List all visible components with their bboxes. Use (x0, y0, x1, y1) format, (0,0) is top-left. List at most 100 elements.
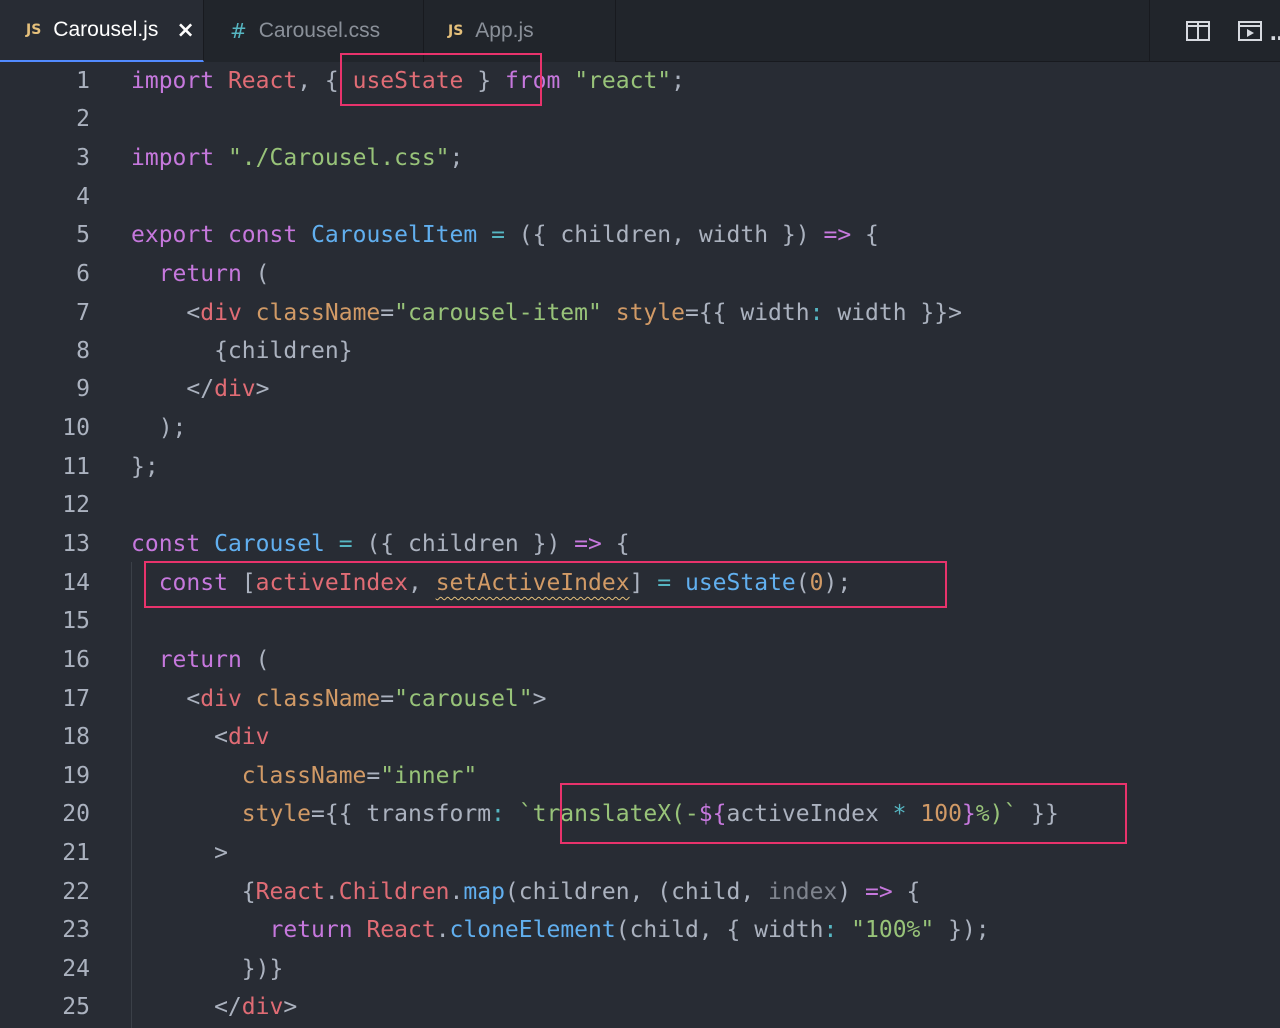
code-token: className (255, 686, 381, 712)
code-token: Children (338, 879, 450, 905)
code-token: </ (131, 376, 215, 402)
code-token: => (823, 222, 852, 248)
line-number: 10 (62, 415, 90, 441)
code-token: div (200, 300, 242, 326)
close-icon[interactable]: × (176, 18, 194, 43)
code-line: 17 <div className="carousel"> (0, 680, 1280, 718)
line-number: 19 (62, 763, 90, 789)
javascript-file-icon: JS (26, 22, 42, 38)
code-token: (children, (child, (504, 879, 769, 905)
code-token: className (255, 300, 381, 326)
tab-app-js[interactable]: JS App.js (424, 0, 616, 62)
code-line: 3 import "./Carousel.css"; (0, 139, 1280, 177)
code-line: 4 (0, 178, 1280, 216)
code-token: React (255, 879, 325, 905)
code-token: 0 (809, 570, 824, 596)
code-token: }) (768, 222, 824, 248)
editor-actions: ⋯ (1149, 0, 1280, 62)
code-token: "carousel-item" (394, 300, 602, 326)
code-token: . (324, 879, 339, 905)
code-token: [ (227, 570, 256, 596)
code-text: const Carousel = ({ children }) => { (131, 525, 630, 563)
line-number: 18 (62, 724, 90, 750)
code-token: : (809, 300, 824, 326)
code-line: 16 return ( (0, 641, 1280, 679)
code-token: useState (684, 570, 796, 596)
line-number: 15 (62, 608, 90, 634)
javascript-file-icon: JS (448, 23, 464, 39)
line-number: 13 (62, 531, 90, 557)
code-token: className (241, 763, 367, 789)
more-actions-icon[interactable]: ⋯ (1270, 26, 1280, 50)
code-token: : (491, 801, 505, 827)
code-token: children (560, 222, 672, 248)
code-token: > (283, 994, 298, 1020)
code-token: "carousel" (394, 686, 533, 712)
code-token: ) (837, 879, 865, 905)
code-token: => (864, 879, 893, 905)
code-token: CarouselItem (311, 222, 478, 248)
code-line: 15 (0, 602, 1280, 640)
code-line: 13 const Carousel = ({ children }) => { (0, 525, 1280, 563)
code-line: 8 {children} (0, 332, 1280, 370)
tab-carousel-js[interactable]: JS Carousel.js × (0, 0, 204, 62)
code-token: { (601, 531, 630, 557)
code-token: return (269, 917, 353, 943)
code-token: const (158, 570, 228, 596)
tab-carousel-css[interactable]: # Carousel.css (204, 0, 424, 62)
code-line: 20 style={{ transform: `translateX(-${ac… (0, 795, 1280, 833)
code-line: 23 return React.cloneElement(child, { wi… (0, 911, 1280, 949)
code-token: 100 (920, 801, 962, 827)
code-text: export const CarouselItem = ({ children,… (131, 216, 879, 254)
tab-bar: JS Carousel.js × # Carousel.css JS App.j… (0, 0, 1280, 62)
code-token: "./Carousel.css" (227, 145, 450, 171)
code-token: </ (131, 994, 242, 1020)
code-token: = (380, 686, 395, 712)
code-token: const (227, 222, 298, 248)
line-number: 12 (62, 492, 90, 518)
code-line: 11}; (0, 448, 1280, 486)
code-text: }; (131, 448, 159, 486)
code-token: = (338, 531, 353, 557)
code-token: `translateX(- (518, 801, 699, 827)
code-token: })} (131, 956, 284, 982)
code-token: > (532, 686, 547, 712)
split-editor-icon[interactable] (1186, 21, 1210, 46)
line-number: 6 (76, 261, 90, 287)
code-token: * (892, 801, 907, 827)
code-token: => (574, 531, 602, 557)
code-token: "inner" (380, 763, 478, 789)
code-token: Carousel (214, 531, 325, 557)
code-line: 19 className="inner" (0, 757, 1280, 795)
code-token: ({ (504, 222, 561, 248)
code-token: . (449, 879, 464, 905)
code-token: } (463, 68, 492, 94)
code-token: import (131, 145, 215, 171)
code-token: < (131, 300, 201, 326)
code-token: activeIndex (726, 801, 893, 827)
code-token: "100%" (851, 917, 935, 943)
code-token: (child, { (615, 917, 755, 943)
code-line: 6 return ( (0, 255, 1280, 293)
open-preview-icon[interactable] (1238, 21, 1262, 46)
code-editor[interactable]: 1 import React, { useState } from "react"… (0, 53, 1280, 1028)
code-text: style={{ transform: `translateX(-${activ… (131, 795, 1059, 833)
code-line: 12 (0, 486, 1280, 524)
code-line: 5 export const CarouselItem = ({ children… (0, 216, 1280, 254)
code-token: "react" (574, 68, 672, 94)
code-token: div (214, 376, 256, 402)
code-token: return (158, 647, 242, 673)
code-token: cloneElement (449, 917, 616, 943)
code-line: 10 ); (0, 409, 1280, 447)
code-token: setActiveIndex (435, 570, 630, 596)
